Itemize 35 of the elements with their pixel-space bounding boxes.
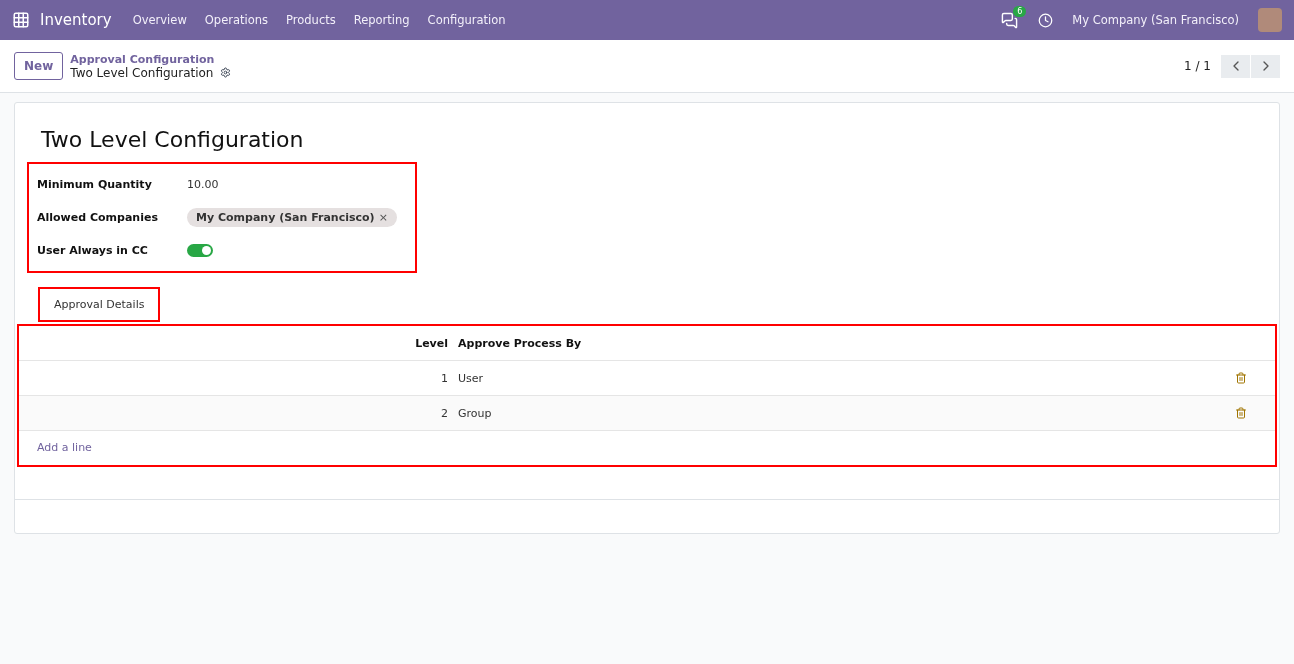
message-count-badge: 6 [1013, 5, 1027, 17]
field-label: Allowed Companies [37, 211, 159, 224]
column-header: Approve Process By [457, 336, 583, 350]
pager-value: 1 / 1 [1184, 59, 1211, 73]
field-label: User Always in CC [37, 244, 149, 257]
previous-button[interactable] [1221, 54, 1250, 78]
table-cell-text: User [457, 371, 485, 385]
field-label: Minimum Quantity [37, 178, 153, 191]
record-name: Two Level Configuration [70, 65, 214, 80]
column-header: Level [414, 336, 449, 350]
company-switcher[interactable]: My Company (San Francisco) [1065, 13, 1246, 27]
chat-icon[interactable] [1001, 11, 1019, 29]
company-tag: My Company (San Francisco) × [187, 208, 397, 227]
next-button[interactable] [1251, 54, 1280, 78]
toggle-switch[interactable] [187, 244, 213, 257]
delete-icon[interactable] [1235, 407, 1247, 419]
table-cell-text: 1 [440, 371, 449, 385]
table-cell-text: Group [457, 406, 493, 420]
app-name[interactable]: Inventory [40, 11, 112, 29]
clock-icon[interactable] [1038, 12, 1054, 28]
menu-item[interactable]: Overview [125, 13, 194, 27]
breadcrumb-link[interactable]: Approval Configuration [70, 52, 232, 66]
menu-item[interactable]: Operations [197, 13, 276, 27]
menu-item[interactable]: Products [279, 13, 343, 27]
record-title: Two Level Configuration [41, 127, 305, 152]
settings-icon[interactable] [220, 67, 232, 78]
delete-icon[interactable] [1235, 372, 1247, 384]
add-line-link[interactable]: Add a line [19, 441, 110, 454]
field-value[interactable]: 10.00 [187, 178, 407, 191]
menu-item[interactable]: Reporting [346, 13, 417, 27]
new-button[interactable]: New [14, 52, 64, 80]
menu-item[interactable]: Configuration [420, 13, 513, 27]
remove-tag-button[interactable]: × [378, 211, 388, 224]
apps-menu-icon[interactable] [12, 11, 30, 29]
table-cell-text: 2 [440, 406, 449, 420]
